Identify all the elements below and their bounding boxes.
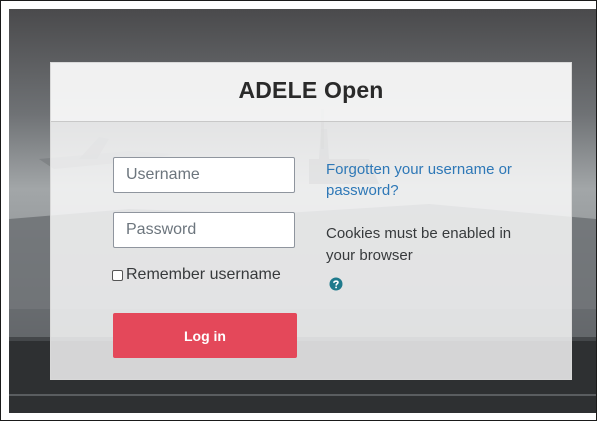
password-input[interactable] (113, 212, 295, 248)
remember-checkbox[interactable] (112, 269, 123, 281)
remember-label: Remember username (126, 266, 281, 283)
forgot-password-link[interactable]: Forgotten your username or password? (326, 159, 516, 201)
question-circle-icon[interactable] (329, 277, 343, 291)
cookies-notice: Cookies must be enabled in your browser (326, 225, 512, 264)
site-title: ADELE Open (238, 77, 384, 103)
login-button[interactable]: Log in (113, 313, 297, 358)
login-page: ADELE Open Remember username Log in Forg… (0, 0, 597, 421)
remember-username[interactable]: Remember username (112, 266, 281, 284)
login-card: ADELE Open Remember username Log in Forg… (50, 62, 572, 380)
username-input[interactable] (113, 157, 295, 193)
card-header: ADELE Open (51, 63, 571, 122)
